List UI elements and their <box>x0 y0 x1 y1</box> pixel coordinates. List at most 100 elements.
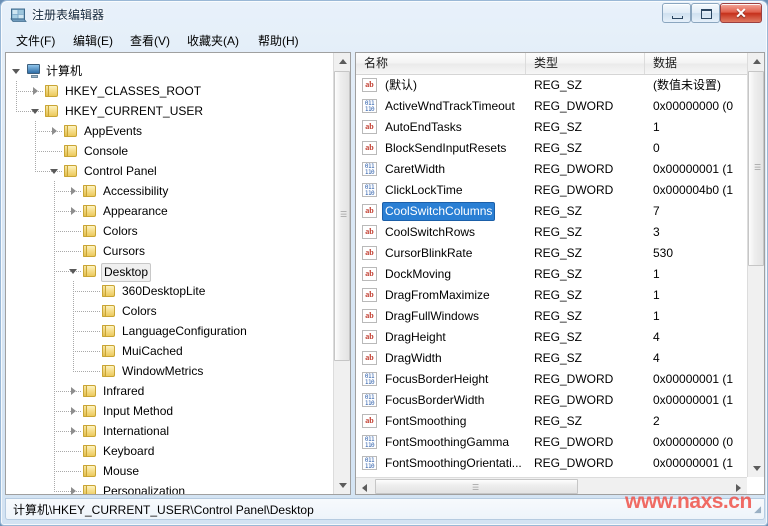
collapse-arrow-icon[interactable] <box>12 67 21 76</box>
collapse-arrow-icon[interactable] <box>50 167 59 176</box>
expand-arrow-icon[interactable] <box>69 387 78 396</box>
value-name: FontSmoothingGamma <box>385 435 510 449</box>
value-type: REG_SZ <box>534 204 583 218</box>
menu-item-0[interactable]: 文件(F) <box>11 32 60 50</box>
list-scroll-up-button[interactable] <box>748 53 764 70</box>
list-vertical-scrollbar[interactable]: ☰ <box>747 53 764 477</box>
tree-item-label: LanguageConfiguration <box>122 324 247 338</box>
value-type: REG_DWORD <box>534 456 614 470</box>
tree-scroll-up-button[interactable] <box>334 53 350 70</box>
maximize-button[interactable] <box>691 3 720 23</box>
value-row[interactable]: ab FontSmoothing REG_SZ 2 <box>356 411 746 431</box>
close-button[interactable]: ✕ <box>720 3 762 23</box>
value-type: REG_SZ <box>534 267 583 281</box>
registry-tree-pane[interactable]: 计算机 HKEY_CLASSES_ROOT HKEY_CURRENT_USER App… <box>5 52 351 495</box>
minimize-button[interactable] <box>662 3 691 23</box>
list-scroll-left-button[interactable] <box>356 478 373 494</box>
value-row[interactable]: 011 110 ActiveWndTrackTimeout REG_DWORD 0x00… <box>356 96 746 116</box>
tree-item-label: Desktop <box>101 263 152 282</box>
registry-editor-icon <box>10 6 27 23</box>
list-scroll-down-button[interactable] <box>748 460 764 477</box>
tree-item-label: Colors <box>103 224 138 238</box>
expand-arrow-icon[interactable] <box>50 127 59 136</box>
value-row[interactable]: ab CursorBlinkRate REG_SZ 530 <box>356 243 746 263</box>
tree-vertical-scrollbar[interactable]: ☰ <box>333 53 350 494</box>
computer-icon <box>26 64 42 78</box>
value-row[interactable]: 011 110 ClickLockTime REG_DWORD 0x000004b0 (… <box>356 180 746 200</box>
value-row[interactable]: ab (默认) REG_SZ (数值未设置) <box>356 75 746 95</box>
value-row[interactable]: ab CoolSwitchRows REG_SZ 3 <box>356 222 746 242</box>
resize-grip[interactable]: ◢ <box>749 505 761 517</box>
tree-connector-line <box>54 251 81 252</box>
tree-connector-line <box>73 281 74 371</box>
dword-value-icon: 011 110 <box>362 183 377 197</box>
value-name: ClickLockTime <box>385 183 463 197</box>
list-horizontal-scrollbar[interactable]: ☰ <box>356 477 747 494</box>
tree-item-label: Console <box>84 144 129 158</box>
list-scrollbar-thumb[interactable]: ☰ <box>748 71 764 266</box>
collapse-arrow-icon[interactable] <box>31 107 40 116</box>
value-name: CoolSwitchRows <box>385 225 476 239</box>
registry-values-pane[interactable]: 名称 类型 数据 ab (默认) REG_SZ (数值未设置) 011 110 ActiveWn… <box>355 52 765 495</box>
value-name: CaretWidth <box>385 162 446 176</box>
value-row[interactable]: 011 110 FocusBorderWidth REG_DWORD 0x0000000… <box>356 390 746 410</box>
folder-icon <box>102 304 117 318</box>
expand-arrow-icon[interactable] <box>31 87 40 96</box>
tree-connector-line <box>54 181 55 491</box>
expand-arrow-icon[interactable] <box>69 407 78 416</box>
tree-scrollbar-thumb[interactable]: ☰ <box>334 71 350 361</box>
folder-icon <box>83 444 98 458</box>
tree-connector-line <box>73 331 100 332</box>
menu-item-2[interactable]: 查看(V) <box>125 32 175 50</box>
value-data: 0x00000001 (1 <box>653 393 734 407</box>
value-row[interactable]: ab CoolSwitchColumns REG_SZ 7 <box>356 201 746 221</box>
value-name: DragWidth <box>385 351 442 365</box>
value-name: CoolSwitchColumns <box>382 202 496 221</box>
value-row[interactable]: 011 110 CaretWidth REG_DWORD 0x00000001 (1 <box>356 159 746 179</box>
tree-item-label: Infrared <box>103 384 145 398</box>
value-row[interactable]: ab BlockSendInputResets REG_SZ 0 <box>356 138 746 158</box>
tree-item-label: HKEY_CURRENT_USER <box>65 104 204 118</box>
expand-arrow-icon[interactable] <box>69 427 78 436</box>
value-row[interactable]: ab DragFromMaximize REG_SZ 1 <box>356 285 746 305</box>
value-row[interactable]: ab DragWidth REG_SZ 4 <box>356 348 746 368</box>
list-scroll-right-button[interactable] <box>730 478 747 494</box>
expand-arrow-icon[interactable] <box>69 207 78 216</box>
string-value-icon: ab <box>362 120 377 134</box>
value-row[interactable]: 011 110 FontSmoothingOrientati... REG_DWORD… <box>356 453 746 473</box>
column-header-1[interactable]: 类型 <box>526 53 645 74</box>
value-row[interactable]: ab AutoEndTasks REG_SZ 1 <box>356 117 746 137</box>
value-row[interactable]: ab DragHeight REG_SZ 4 <box>356 327 746 347</box>
tree-connector-line <box>54 451 81 452</box>
list-horizontal-scrollbar-thumb[interactable]: ☰ <box>375 479 578 494</box>
value-row[interactable]: 011 110 FontSmoothingGamma REG_DWORD 0x00000… <box>356 432 746 452</box>
expand-arrow-icon[interactable] <box>69 487 78 494</box>
string-value-icon: ab <box>362 267 377 281</box>
tree-item-label: Personalization <box>103 484 186 494</box>
dword-value-icon: 011 110 <box>362 393 377 407</box>
registry-tree: 计算机 HKEY_CLASSES_ROOT HKEY_CURRENT_USER App… <box>6 53 334 494</box>
value-name: BlockSendInputResets <box>385 141 507 155</box>
value-data: 530 <box>653 246 674 260</box>
folder-icon <box>83 404 98 418</box>
menu-item-1[interactable]: 编辑(E) <box>68 32 118 50</box>
value-row[interactable]: 011 110 FocusBorderHeight REG_DWORD 0x000000… <box>356 369 746 389</box>
collapse-arrow-icon[interactable] <box>69 267 78 276</box>
folder-icon <box>83 464 98 478</box>
string-value-icon: ab <box>362 141 377 155</box>
string-value-icon: ab <box>362 204 377 218</box>
menu-item-3[interactable]: 收藏夹(A) <box>182 32 244 50</box>
tree-scroll-down-button[interactable] <box>334 477 350 494</box>
value-row[interactable]: ab DragFullWindows REG_SZ 1 <box>356 306 746 326</box>
value-name: (默认) <box>385 78 417 92</box>
value-data: 0x00000000 (0 <box>653 99 734 113</box>
title-bar[interactable]: 注册表编辑器 ✕ <box>1 1 767 29</box>
value-data: 2 <box>653 414 660 428</box>
dword-value-icon: 011 110 <box>362 99 377 113</box>
tree-connector-line <box>35 121 36 171</box>
expand-arrow-icon[interactable] <box>69 187 78 196</box>
column-header-0[interactable]: 名称 <box>356 53 526 74</box>
value-row[interactable]: ab DockMoving REG_SZ 1 <box>356 264 746 284</box>
menu-item-4[interactable]: 帮助(H) <box>253 32 304 50</box>
value-type: REG_DWORD <box>534 162 614 176</box>
